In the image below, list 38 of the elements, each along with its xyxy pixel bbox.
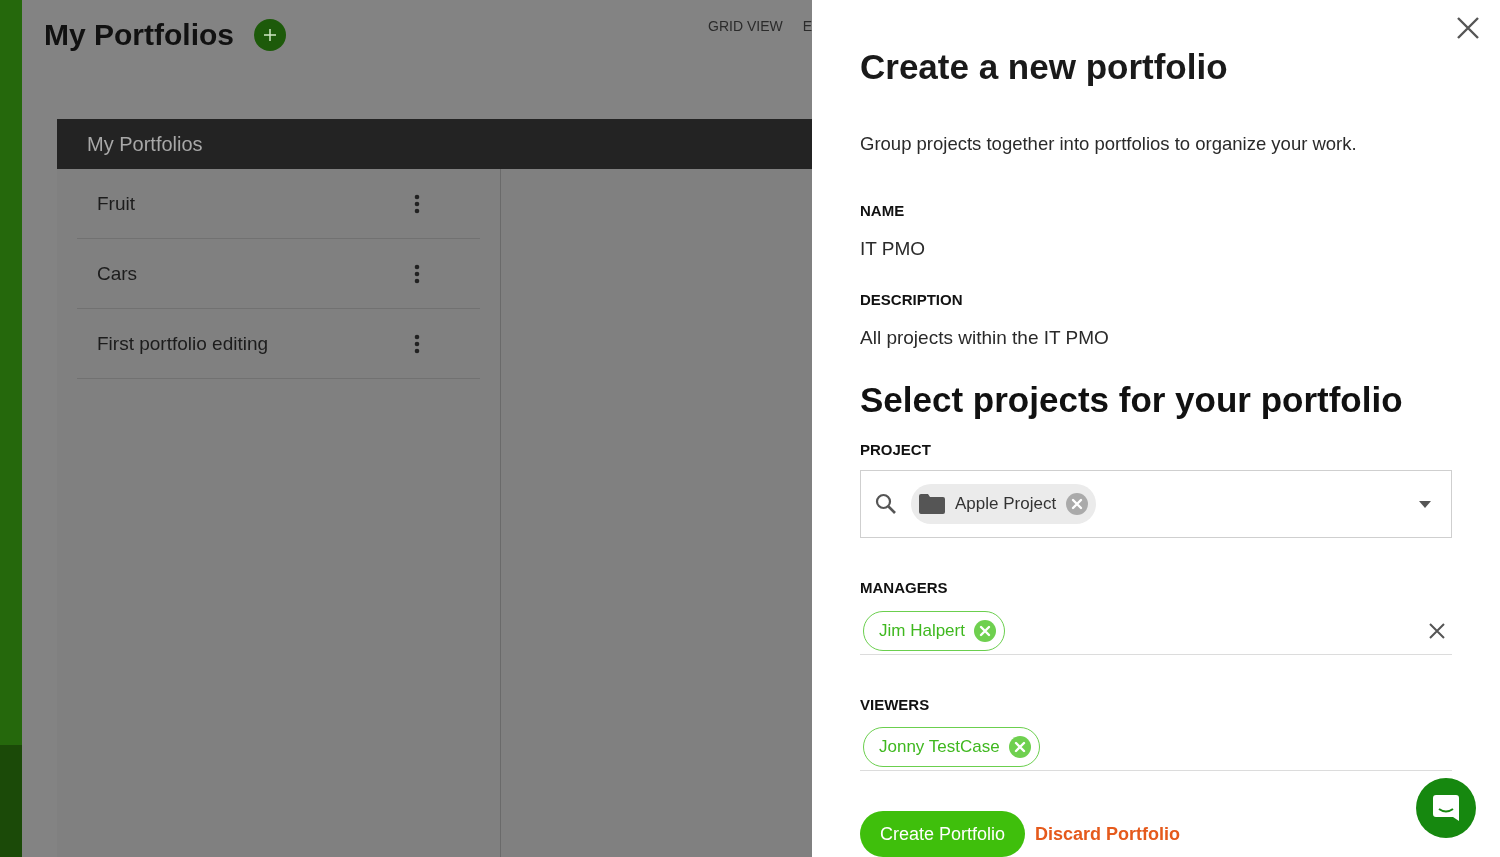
page-title: My Portfolios <box>44 18 234 52</box>
dropdown-icon[interactable] <box>1419 500 1431 508</box>
portfolio-name: Cars <box>97 262 139 285</box>
managers-field[interactable]: Jim Halpert <box>860 611 1452 655</box>
more-icon[interactable] <box>414 333 420 354</box>
field-label: NAME <box>860 201 906 221</box>
discard-link[interactable]: Discard Portfolio <box>1035 823 1181 845</box>
section-title: Select projects for your portfolio <box>860 379 1404 421</box>
panel-description: Group projects together into portfolios to organize your work. <box>860 132 1358 156</box>
field-label: MANAGERS <box>860 578 949 598</box>
panel-title: Create a new portfolio <box>860 46 1229 88</box>
folder-icon <box>919 494 945 514</box>
field-label: PROJECT <box>860 440 932 460</box>
portfolio-item[interactable]: Fruit <box>77 169 480 239</box>
add-button[interactable] <box>254 19 286 51</box>
plus-icon <box>264 29 276 41</box>
field-label: VIEWERS <box>860 695 931 715</box>
clear-icon[interactable] <box>1428 622 1446 640</box>
create-button[interactable]: Create Portfolio <box>860 811 1026 857</box>
portfolio-name: First portfolio editing <box>97 332 270 355</box>
card-title: My Portfolios <box>87 132 203 156</box>
more-icon[interactable] <box>414 263 420 284</box>
search-icon <box>875 493 897 515</box>
view-option[interactable]: GRID VIEW <box>708 18 783 34</box>
view-option[interactable]: E <box>802 18 812 34</box>
chat-icon <box>1431 793 1461 823</box>
close-icon[interactable] <box>1456 16 1480 40</box>
field-value: All projects within the IT PMO <box>860 326 1110 350</box>
portfolio-item[interactable]: Cars <box>77 239 480 309</box>
portfolio-item[interactable]: First portfolio editing <box>77 309 480 379</box>
more-icon[interactable] <box>414 193 420 214</box>
viewers-field[interactable]: Jonny TestCase <box>860 727 1452 771</box>
portfolio-name: Fruit <box>97 192 136 215</box>
project-chip: Apple Project <box>911 484 1097 524</box>
remove-icon[interactable] <box>1066 493 1089 515</box>
field-value: IT PMO <box>860 237 927 261</box>
project-field[interactable]: Apple Project <box>860 470 1452 538</box>
field-label: DESCRIPTION <box>860 290 964 310</box>
